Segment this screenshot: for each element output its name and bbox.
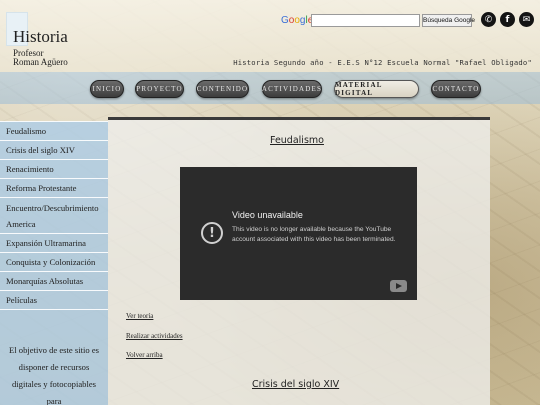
sidebar-item-encuentro[interactable]: Encuentro/Descubrimiento America	[0, 198, 108, 234]
nav-contenido[interactable]: CONTENIDO	[196, 80, 249, 98]
sidebar-item-feudalismo[interactable]: Feudalismo	[0, 121, 108, 141]
nav-proyecto[interactable]: PROYECTO	[135, 80, 184, 98]
mail-icon[interactable]: ✉	[519, 12, 534, 27]
site-subtitle: Profesor Roman Agüero	[13, 49, 68, 67]
facebook-icon[interactable]: f	[500, 12, 515, 27]
school-info: Historia Segundo año - E.E.S N°12 Escuel…	[233, 58, 532, 67]
subtitle-line-2: Roman Agüero	[13, 57, 68, 67]
section-title-feudalismo[interactable]: Feudalismo	[270, 135, 324, 146]
sidebar-item-peliculas[interactable]: Películas	[0, 291, 108, 310]
sidebar-item-conquista[interactable]: Conquista y Colonización	[0, 253, 108, 272]
google-search-button[interactable]: Búsqueda Google	[422, 14, 475, 27]
video-message: This video is no longer available becaus…	[232, 226, 396, 243]
link-realizar-actividades[interactable]: Realizar actividades	[126, 332, 183, 340]
youtube-icon[interactable]	[390, 280, 407, 292]
alert-icon: !	[201, 222, 223, 244]
sidebar-item-expansion[interactable]: Expansión Ultramarina	[0, 234, 108, 253]
section-title-crisis[interactable]: Crisis del siglo XIV	[252, 379, 339, 390]
site-title[interactable]: Historia	[13, 27, 68, 47]
sidebar-item-monarquias[interactable]: Monarquías Absolutas	[0, 272, 108, 291]
nav-inicio[interactable]: INICIO	[90, 80, 124, 98]
video-title: Video unavailable	[232, 210, 303, 220]
link-ver-teoria[interactable]: Ver teoría	[126, 312, 153, 320]
sidebar-item-renacimiento[interactable]: Renacimiento	[0, 160, 108, 179]
sidebar-item-crisis-siglo-xiv[interactable]: Crisis del siglo XIV	[0, 141, 108, 160]
google-logo: Google	[281, 15, 313, 26]
whatsapp-icon[interactable]: ✆	[481, 12, 496, 27]
video-player[interactable]: ! Video unavailable This video is no lon…	[180, 167, 417, 300]
nav-contacto[interactable]: CONTACTO	[431, 80, 481, 98]
sidebar-description: El objetivo de este sitio es disponer de…	[9, 345, 99, 405]
search-input[interactable]	[311, 14, 420, 27]
sidebar-item-reforma[interactable]: Reforma Protestante	[0, 179, 108, 198]
nav-material-digital[interactable]: MATERIAL DIGITAL	[334, 80, 419, 98]
nav-actividades[interactable]: ACTIVIDADES	[262, 80, 322, 98]
link-volver-arriba[interactable]: Volver arriba	[126, 351, 163, 359]
